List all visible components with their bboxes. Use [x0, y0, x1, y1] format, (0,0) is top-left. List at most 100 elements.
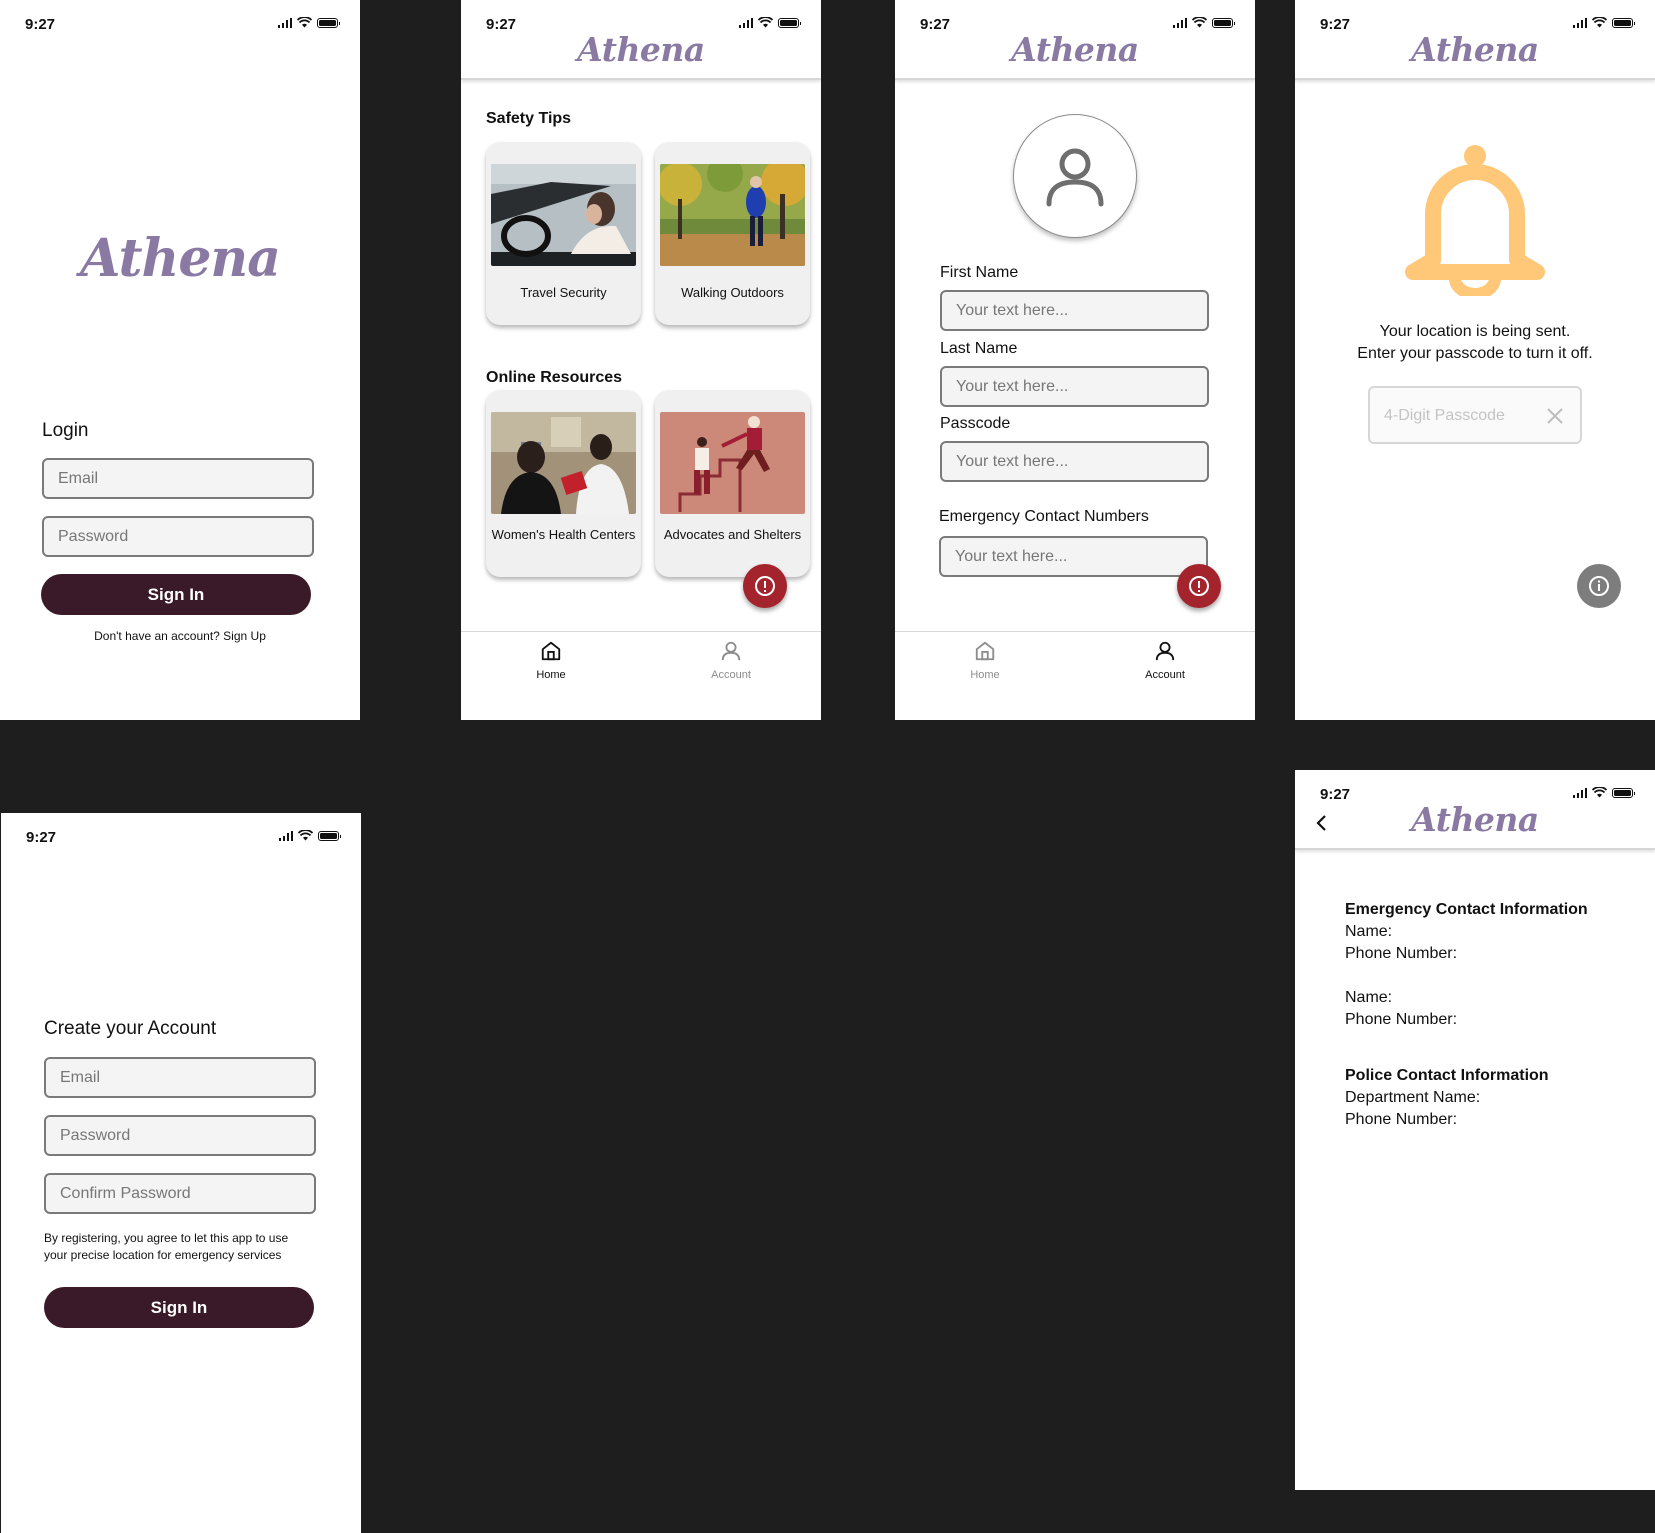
womens-health-image	[491, 412, 636, 514]
home-screen: 9:27 Athena Safety Tips Travel Security …	[461, 0, 821, 720]
tab-account-label: Account	[711, 669, 751, 681]
tab-home[interactable]: Home	[506, 640, 596, 681]
email-input[interactable]: Email	[44, 1057, 316, 1098]
signal-icon	[278, 830, 293, 841]
tab-bar: Home Account	[895, 631, 1255, 720]
email-input[interactable]: Email	[42, 458, 314, 499]
tab-account[interactable]: Account	[686, 640, 776, 681]
home-icon	[975, 641, 995, 661]
bell-icon	[1405, 145, 1545, 296]
card-caption: Walking Outdoors	[681, 285, 784, 300]
info-icon	[1589, 576, 1609, 596]
last-name-input[interactable]: Your text here...	[940, 366, 1209, 407]
wifi-icon	[1592, 787, 1607, 798]
signal-icon	[1172, 17, 1187, 28]
login-screen: 9:27 Athena Login Email Password Sign In…	[0, 0, 360, 720]
first-name-input[interactable]: Your text here...	[940, 290, 1209, 331]
sos-button[interactable]	[1177, 564, 1221, 608]
card-womens-health-centers[interactable]: Women's Health Centers	[486, 390, 641, 577]
signal-icon	[1572, 787, 1587, 798]
consent-line2: your precise location for emergency serv…	[44, 1248, 282, 1262]
status-icons	[738, 17, 801, 28]
passcode-placeholder: 4-Digit Passcode	[1384, 407, 1505, 424]
alert-icon	[755, 576, 775, 596]
card-travel-security[interactable]: Travel Security	[486, 142, 641, 325]
status-icons	[1572, 787, 1635, 798]
sos-button[interactable]	[743, 564, 787, 608]
login-heading: Login	[42, 420, 89, 441]
app-logo: Athena	[1411, 800, 1539, 839]
contact-name-2: Name:	[1345, 989, 1393, 1006]
battery-icon	[318, 830, 341, 841]
card-caption: Advocates and Shelters	[663, 527, 802, 542]
emergency-numbers-input[interactable]: Your text here...	[939, 536, 1208, 577]
info-button[interactable]	[1577, 564, 1621, 608]
passcode-input[interactable]: Your text here...	[940, 441, 1209, 482]
app-logo: Athena	[1411, 30, 1539, 69]
passcode-input[interactable]: 4-Digit Passcode	[1368, 386, 1582, 444]
safety-tips-title: Safety Tips	[486, 110, 572, 127]
app-logo: Athena	[80, 228, 281, 289]
contacts-screen: 9:27 Athena Emergency Contact Informatio…	[1295, 770, 1655, 1490]
sign-in-button[interactable]: Sign In	[44, 1287, 314, 1328]
police-contact-title: Police Contact Information	[1345, 1067, 1549, 1084]
register-screen: 9:27 Create your Account Email Password …	[1, 813, 361, 1533]
home-icon	[541, 641, 561, 661]
account-icon	[1155, 641, 1175, 661]
account-icon	[721, 641, 741, 661]
wifi-icon	[298, 830, 313, 841]
status-icons	[278, 830, 341, 841]
app-header: 9:27 Athena	[1295, 0, 1655, 80]
status-icons	[277, 17, 340, 28]
tab-account-label: Account	[1145, 669, 1185, 681]
emergency-contact-title: Emergency Contact Information	[1345, 901, 1588, 918]
battery-icon	[778, 17, 801, 28]
app-header: 9:27 Athena	[895, 0, 1255, 80]
police-department-name: Department Name:	[1345, 1089, 1481, 1106]
card-walking-outdoors[interactable]: Walking Outdoors	[655, 142, 810, 325]
tab-home-label: Home	[970, 669, 1000, 681]
contact-phone-1: Phone Number:	[1345, 945, 1458, 962]
wifi-icon	[1192, 17, 1207, 28]
avatar[interactable]	[1013, 114, 1137, 238]
alert-screen: 9:27 Athena Your location is being sent.…	[1295, 0, 1655, 720]
confirm-password-input[interactable]: Confirm Password	[44, 1173, 316, 1214]
wifi-icon	[297, 17, 312, 28]
status-icons	[1572, 17, 1635, 28]
travel-security-image	[491, 164, 636, 266]
tab-account[interactable]: Account	[1120, 640, 1210, 681]
battery-icon	[317, 17, 340, 28]
card-caption: Women's Health Centers	[491, 527, 636, 542]
app-header: 9:27 Athena	[461, 0, 821, 80]
status-icons	[1172, 17, 1235, 28]
consent-line1: By registering, you agree to let this ap…	[44, 1231, 289, 1245]
contact-name-1: Name:	[1345, 923, 1393, 940]
card-caption: Travel Security	[520, 285, 607, 300]
online-resources-title: Online Resources	[486, 369, 623, 386]
signal-icon	[277, 17, 292, 28]
password-input[interactable]: Password	[44, 1115, 316, 1156]
signup-link[interactable]: Don't have an account? Sign Up	[0, 629, 360, 643]
last-name-label: Last Name	[940, 340, 1018, 357]
sign-in-button[interactable]: Sign In	[41, 574, 311, 615]
app-logo: Athena	[577, 30, 705, 69]
tab-home[interactable]: Home	[940, 640, 1030, 681]
alert-message-line1: Your location is being sent.	[1379, 323, 1571, 340]
battery-icon	[1612, 17, 1635, 28]
password-input[interactable]: Password	[42, 516, 314, 557]
card-advocates-shelters[interactable]: Advocates and Shelters	[655, 390, 810, 577]
battery-icon	[1212, 17, 1235, 28]
register-heading: Create your Account	[44, 1018, 217, 1039]
advocates-shelters-image	[660, 412, 805, 514]
first-name-label: First Name	[940, 264, 1019, 281]
close-icon[interactable]	[1546, 407, 1564, 425]
signal-icon	[738, 17, 753, 28]
account-screen: 9:27 Athena First Name Your text here...…	[895, 0, 1255, 720]
alert-message-line2: Enter your passcode to turn it off.	[1357, 345, 1593, 362]
signal-icon	[1572, 17, 1587, 28]
emergency-numbers-label: Emergency Contact Numbers	[939, 508, 1149, 525]
passcode-label: Passcode	[940, 415, 1011, 432]
app-logo: Athena	[1011, 30, 1139, 69]
status-bar: 9:27	[0, 0, 360, 46]
alert-icon	[1189, 576, 1209, 596]
